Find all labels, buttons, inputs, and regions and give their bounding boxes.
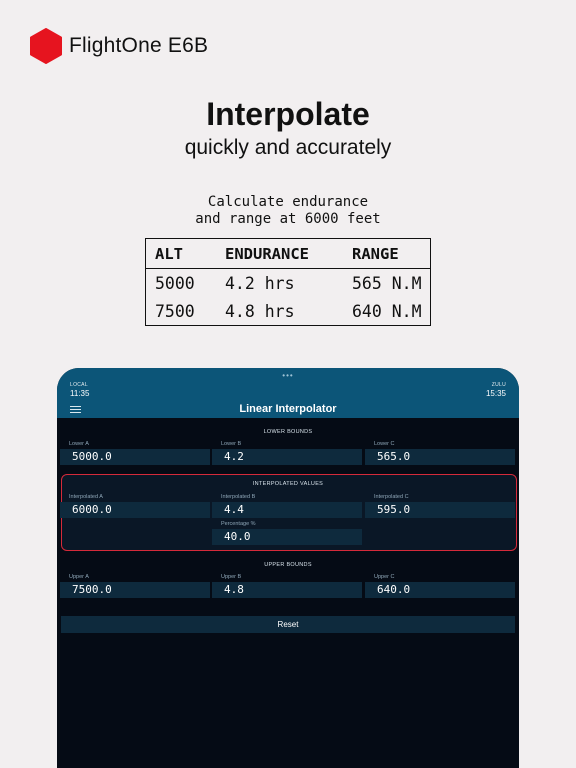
table-cell: 640 N.M — [352, 302, 422, 321]
reset-button[interactable]: Reset — [61, 616, 515, 633]
brand-header: FlightOne E6B — [29, 28, 208, 64]
field-label: Interpolated B — [221, 494, 256, 500]
zulu-label: ZULU — [491, 382, 506, 388]
table-row: 5000 4.2 hrs 565 N.M — [146, 270, 430, 298]
field-label: Percentage % — [221, 521, 256, 527]
brand-name: FlightOne E6B — [69, 34, 209, 57]
field-label: Lower A — [69, 441, 89, 447]
table-header-cell: RANGE — [352, 245, 399, 263]
field-value: 4.4 — [224, 503, 244, 516]
prompt-line-1: Calculate endurance — [207, 194, 369, 210]
field-label: Upper A — [69, 574, 89, 580]
table-cell: 4.8 hrs — [225, 302, 295, 321]
field-value: 5000.0 — [72, 450, 112, 463]
local-clock: LOCAL 11:35 — [70, 382, 89, 398]
lower-a-input[interactable]: 5000.0 — [60, 449, 210, 465]
reference-table: ALT ENDURANCE RANGE 5000 4.2 hrs 565 N.M… — [145, 238, 431, 326]
lower-b-input[interactable]: 4.2 — [212, 449, 362, 465]
field-label: Interpolated A — [69, 494, 103, 500]
interpolated-c-input[interactable]: 595.0 — [365, 502, 515, 518]
percentage-input[interactable]: 40.0 — [212, 529, 362, 545]
field-value: 640.0 — [377, 583, 411, 596]
page-subheadline: quickly and accurately — [184, 136, 392, 159]
upper-a-input[interactable]: 7500.0 — [60, 582, 210, 598]
upper-bounds-title: UPPER BOUNDS — [264, 562, 312, 568]
upper-b-input[interactable]: 4.8 — [212, 582, 362, 598]
field-label: Lower C — [374, 441, 395, 447]
field-value: 4.2 — [224, 450, 244, 463]
field-label: Upper C — [374, 574, 395, 580]
prompt-line-2: and range at 6000 feet — [195, 211, 381, 227]
lower-bounds-title: LOWER BOUNDS — [263, 429, 313, 435]
field-value: 40.0 — [224, 530, 251, 543]
interpolated-values-title: INTERPOLATED VALUES — [252, 481, 324, 487]
app-title: Linear Interpolator — [239, 403, 337, 415]
field-value: 6000.0 — [72, 503, 112, 516]
local-time: 11:35 — [70, 389, 90, 398]
app-header: ••• LOCAL 11:35 ZULU 15:35 Linear Interp… — [57, 368, 519, 418]
table-header: ALT ENDURANCE RANGE — [146, 239, 430, 269]
lower-c-input[interactable]: 565.0 — [365, 449, 515, 465]
table-cell: 5000 — [155, 274, 195, 293]
table-cell: 4.2 hrs — [225, 274, 295, 293]
table-header-cell: ENDURANCE — [225, 245, 309, 263]
field-value: 565.0 — [377, 450, 411, 463]
multitasking-dots[interactable]: ••• — [57, 371, 519, 380]
local-label: LOCAL — [70, 382, 88, 388]
field-value: 4.8 — [224, 583, 244, 596]
table-row: 7500 4.8 hrs 640 N.M — [146, 298, 430, 326]
hexagon-icon — [30, 28, 62, 64]
table-cell: 7500 — [155, 302, 195, 321]
tablet-screen: ••• LOCAL 11:35 ZULU 15:35 Linear Interp… — [57, 368, 519, 768]
interpolated-b-input[interactable]: 4.4 — [212, 502, 362, 518]
field-value: 595.0 — [377, 503, 411, 516]
table-header-cell: ALT — [155, 245, 183, 263]
page-headline: Interpolate — [206, 96, 370, 132]
field-value: 7500.0 — [72, 583, 112, 596]
field-label: Lower B — [221, 441, 242, 447]
field-label: Interpolated C — [374, 494, 409, 500]
field-label: Upper B — [221, 574, 242, 580]
upper-c-input[interactable]: 640.0 — [365, 582, 515, 598]
interpolated-a-input[interactable]: 6000.0 — [60, 502, 210, 518]
zulu-time: 15:35 — [485, 389, 506, 398]
table-cell: 565 N.M — [352, 274, 422, 293]
zulu-clock: ZULU 15:35 — [486, 382, 506, 398]
